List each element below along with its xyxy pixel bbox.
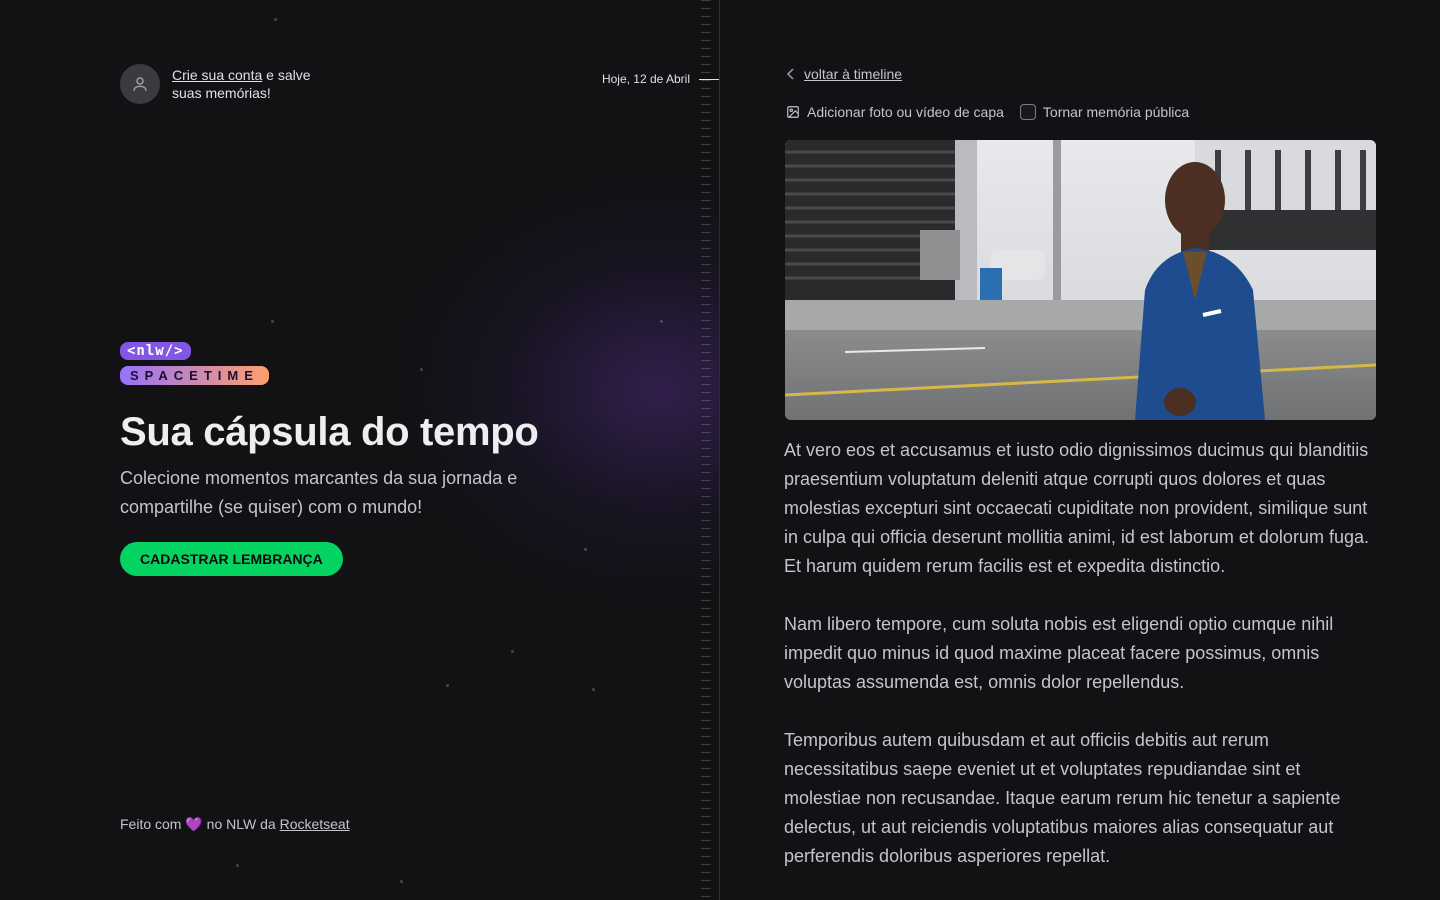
rocketseat-link[interactable]: Rocketseat: [280, 816, 350, 832]
timeline-date: Hoje, 12 de Abril: [601, 72, 690, 86]
left-panel: Crie sua conta e salve suas memórias! Ho…: [0, 0, 720, 900]
footer-middle: no NLW da: [202, 816, 280, 832]
memory-options: Adicionar foto ou vídeo de capa Tornar m…: [786, 104, 1189, 120]
nlw-spacetime-logo: <nlw/> SPACETIME: [120, 342, 269, 385]
timeline-marker-line: [699, 78, 719, 80]
footer-prefix: Feito com: [120, 816, 182, 832]
back-to-timeline-link[interactable]: voltar à timeline: [786, 66, 902, 82]
memory-content: At vero eos et accusamus et iusto odio d…: [784, 436, 1380, 900]
create-account-link[interactable]: Crie sua conta: [172, 67, 262, 83]
signin-area[interactable]: Crie sua conta e salve suas memórias!: [120, 64, 322, 104]
heart-icon: 💜: [185, 816, 203, 832]
hero-title: Sua cápsula do tempo: [120, 410, 539, 454]
back-label: voltar à timeline: [804, 66, 903, 82]
memory-detail-panel: voltar à timeline Adicionar foto ou víde…: [720, 0, 1440, 900]
memory-paragraph: Temporibus autem quibusdam et aut offici…: [784, 730, 1341, 866]
timeline-date-marker: Hoje, 12 de Abril: [602, 72, 719, 86]
avatar[interactable]: [120, 64, 160, 104]
timeline-ruler: [701, 0, 711, 900]
footer: Feito com 💜 no NLW da Rocketseat: [120, 816, 350, 833]
public-memory-toggle[interactable]: Tornar memória pública: [1019, 104, 1190, 120]
public-memory-label: Tornar memória pública: [1042, 104, 1190, 120]
hero-subtitle: Colecione momentos marcantes da sua jorn…: [120, 468, 518, 517]
cover-image: [785, 140, 1376, 420]
logo-spacetime-tag: SPACETIME: [120, 366, 269, 385]
add-cover-media-button[interactable]: Adicionar foto ou vídeo de capa: [786, 104, 1004, 120]
public-memory-checkbox[interactable]: [1019, 104, 1036, 120]
user-icon: [133, 77, 147, 91]
logo-nlw-tag: <nlw/>: [120, 342, 191, 360]
signin-text: Crie sua conta e salve suas memórias!: [172, 66, 322, 102]
memory-paragraph: At vero eos et accusamus et iusto odio d…: [784, 440, 1369, 576]
background-glow: [399, 180, 719, 600]
memory-paragraph: Nam libero tempore, cum soluta nobis est…: [784, 614, 1334, 692]
image-icon: [787, 106, 799, 118]
register-memory-button[interactable]: CADASTRAR LEMBRANÇA: [120, 542, 343, 576]
signin-text-rest-1: e salve: [262, 67, 311, 83]
signin-text-rest-2: suas memórias!: [172, 85, 271, 101]
add-cover-media-label: Adicionar foto ou vídeo de capa: [807, 104, 1004, 120]
chevron-left-icon: [786, 68, 794, 80]
